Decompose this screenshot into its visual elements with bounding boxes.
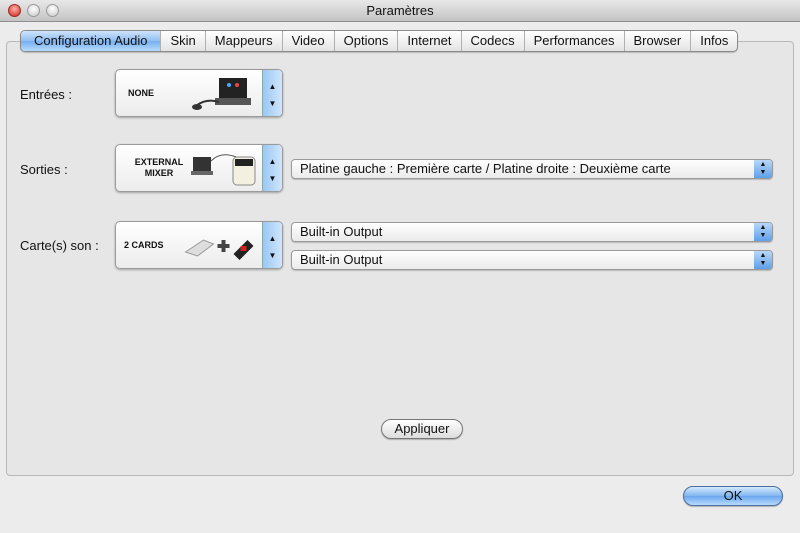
outputs-label: Sorties :: [20, 162, 68, 177]
inputs-picker[interactable]: NONE ▲ ▼: [115, 69, 283, 117]
tab-bar: Configuration Audio Skin Mappeurs Video …: [20, 30, 739, 52]
outputs-picker[interactable]: EXTERNAL MIXER ▲ ▼: [115, 144, 283, 192]
outputs-value: EXTERNAL MIXER: [134, 157, 184, 178]
window-title: Paramètres: [366, 3, 434, 18]
soundcards-stepper[interactable]: ▲ ▼: [262, 222, 282, 268]
inputs-stepper[interactable]: ▲ ▼: [262, 70, 282, 116]
chevron-updown-icon: ▲ ▼: [754, 223, 772, 241]
inputs-value: NONE: [128, 87, 155, 98]
soundcard2-select[interactable]: Built-in Output ▲ ▼: [291, 250, 773, 270]
tab-configuration-audio[interactable]: Configuration Audio: [21, 31, 161, 51]
soundcards-value: 2 CARDS: [124, 239, 164, 250]
ok-button[interactable]: OK: [683, 486, 783, 506]
mixer-icon: [191, 154, 256, 186]
tab-video[interactable]: Video: [281, 31, 334, 51]
tab-mappeurs[interactable]: Mappeurs: [204, 31, 282, 51]
title-bar: Paramètres: [0, 0, 800, 22]
chevron-updown-icon: ▲ ▼: [754, 251, 772, 269]
soundcard1-select[interactable]: Built-in Output ▲ ▼: [291, 222, 773, 242]
chevron-updown-icon: ▲ ▼: [754, 160, 772, 178]
deck-routing-value: Platine gauche : Première carte / Platin…: [300, 161, 671, 176]
outputs-stepper[interactable]: ▲ ▼: [262, 145, 282, 191]
tab-codecs[interactable]: Codecs: [460, 31, 524, 51]
laptop-icon: [192, 78, 251, 110]
soundcards-icon: [184, 239, 254, 260]
tab-options[interactable]: Options: [333, 31, 398, 51]
soundcard1-value: Built-in Output: [300, 224, 383, 239]
soundcard2-value: Built-in Output: [300, 252, 383, 267]
apply-button[interactable]: Appliquer: [381, 419, 463, 439]
deck-routing-select[interactable]: Platine gauche : Première carte / Platin…: [291, 159, 773, 179]
tab-performances[interactable]: Performances: [523, 31, 624, 51]
tab-infos[interactable]: Infos: [690, 31, 737, 51]
zoom-button[interactable]: [46, 4, 59, 17]
inputs-label: Entrées :: [20, 87, 73, 102]
minimize-button[interactable]: [27, 4, 40, 17]
tab-internet[interactable]: Internet: [397, 31, 460, 51]
soundcards-label: Carte(s) son :: [20, 238, 99, 253]
tab-skin[interactable]: Skin: [160, 31, 204, 51]
close-button[interactable]: [8, 4, 21, 17]
soundcards-picker[interactable]: 2 CARDS ▲ ▼: [115, 221, 283, 269]
tab-browser[interactable]: Browser: [623, 31, 691, 51]
